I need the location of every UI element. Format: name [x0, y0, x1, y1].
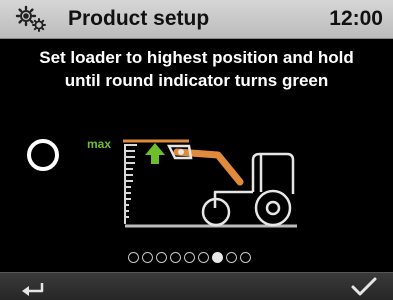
- loader-arm: [173, 148, 244, 186]
- clock: 12:00: [329, 7, 383, 30]
- page-indicator: [128, 249, 251, 265]
- page-dot: [128, 251, 139, 263]
- instruction-line-2: until round indicator turns green: [64, 71, 329, 90]
- header-bar: Product setup 12:00: [0, 0, 393, 39]
- page-dot: [184, 251, 195, 263]
- back-arrow-icon: [22, 283, 44, 296]
- settings-gears-icon: [15, 5, 46, 32]
- confirm-button[interactable]: [333, 273, 393, 300]
- page-dot-current: [212, 251, 223, 263]
- tractor-loader-icon: [123, 139, 297, 228]
- page-dot: [156, 251, 167, 263]
- instruction-line-1: Set loader to highest position and hold: [39, 48, 354, 67]
- page-dot: [226, 251, 237, 263]
- round-indicator: [27, 139, 59, 171]
- product-setup-screen: Product setup 12:00 Set loader to highes…: [0, 0, 393, 300]
- screen-title: Product setup: [68, 7, 210, 30]
- checkmark-icon: [351, 277, 377, 296]
- page-dot: [198, 251, 209, 263]
- page-dot: [170, 251, 181, 263]
- softkey-bar: [0, 272, 393, 300]
- up-arrow-icon: [145, 143, 165, 164]
- height-scale: [125, 144, 137, 218]
- instruction-text: Set loader to highest position and hold …: [0, 46, 393, 92]
- page-dot: [240, 251, 251, 263]
- back-button[interactable]: [0, 273, 60, 300]
- page-dot: [142, 251, 153, 263]
